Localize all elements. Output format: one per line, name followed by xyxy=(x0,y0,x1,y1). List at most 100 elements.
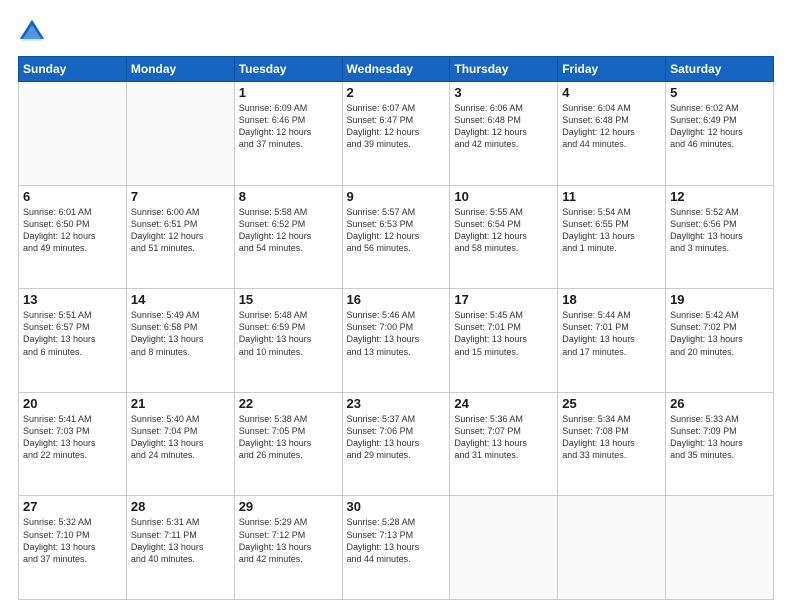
day-info: Sunrise: 5:48 AM Sunset: 6:59 PM Dayligh… xyxy=(239,309,338,358)
day-number: 14 xyxy=(131,292,230,307)
calendar-cell xyxy=(450,496,558,600)
calendar-cell xyxy=(19,82,127,186)
calendar-cell xyxy=(666,496,774,600)
calendar-cell: 21 Sunrise: 5:40 AM Sunset: 7:04 PM Dayli… xyxy=(126,392,234,496)
calendar-cell: 2Sunrise: 6:07 AM Sunset: 6:47 PM Daylig… xyxy=(342,82,450,186)
day-info: Sunrise: 5:42 AM Sunset: 7:02 PM Dayligh… xyxy=(670,309,769,358)
day-number: 29 xyxy=(239,499,338,514)
calendar-cell: 12 Sunrise: 5:52 AM Sunset: 6:56 PM Dayli… xyxy=(666,185,774,289)
day-info: Sunrise: 5:40 AM Sunset: 7:04 PM Dayligh… xyxy=(131,413,230,462)
calendar-cell: 7 Sunrise: 6:00 AM Sunset: 6:51 PM Daylig… xyxy=(126,185,234,289)
calendar-cell: 13Sunrise: 5:51 AM Sunset: 6:57 PM Dayli… xyxy=(19,289,127,393)
weekday-header-friday: Friday xyxy=(558,57,666,82)
day-info: Sunrise: 5:29 AM Sunset: 7:12 PM Dayligh… xyxy=(239,516,338,565)
calendar-table: SundayMondayTuesdayWednesdayThursdayFrid… xyxy=(18,56,774,600)
calendar-cell: 6 Sunrise: 6:01 AM Sunset: 6:50 PM Daylig… xyxy=(19,185,127,289)
calendar-cell: 10 Sunrise: 5:55 AM Sunset: 6:54 PM Dayli… xyxy=(450,185,558,289)
day-info: Sunrise: 5:28 AM Sunset: 7:13 PM Dayligh… xyxy=(347,516,446,565)
day-number: 16 xyxy=(347,292,446,307)
calendar-week-3: 13Sunrise: 5:51 AM Sunset: 6:57 PM Dayli… xyxy=(19,289,774,393)
calendar-week-1: 1Sunrise: 6:09 AM Sunset: 6:46 PM Daylig… xyxy=(19,82,774,186)
day-number: 26 xyxy=(670,396,769,411)
day-number: 1 xyxy=(239,85,338,100)
calendar-cell: 23 Sunrise: 5:37 AM Sunset: 7:06 PM Dayli… xyxy=(342,392,450,496)
day-info: Sunrise: 5:46 AM Sunset: 7:00 PM Dayligh… xyxy=(347,309,446,358)
calendar-cell: 28 Sunrise: 5:31 AM Sunset: 7:11 PM Dayli… xyxy=(126,496,234,600)
day-number: 15 xyxy=(239,292,338,307)
day-info: Sunrise: 6:00 AM Sunset: 6:51 PM Dayligh… xyxy=(131,206,230,255)
weekday-header-thursday: Thursday xyxy=(450,57,558,82)
day-number: 11 xyxy=(562,189,661,204)
calendar-cell: 27 Sunrise: 5:32 AM Sunset: 7:10 PM Dayli… xyxy=(19,496,127,600)
day-info: Sunrise: 5:34 AM Sunset: 7:08 PM Dayligh… xyxy=(562,413,661,462)
calendar-week-5: 27 Sunrise: 5:32 AM Sunset: 7:10 PM Dayli… xyxy=(19,496,774,600)
day-number: 21 xyxy=(131,396,230,411)
day-number: 10 xyxy=(454,189,553,204)
day-info: Sunrise: 5:44 AM Sunset: 7:01 PM Dayligh… xyxy=(562,309,661,358)
calendar-cell: 14Sunrise: 5:49 AM Sunset: 6:58 PM Dayli… xyxy=(126,289,234,393)
day-number: 4 xyxy=(562,85,661,100)
weekday-header-wednesday: Wednesday xyxy=(342,57,450,82)
weekday-header-row: SundayMondayTuesdayWednesdayThursdayFrid… xyxy=(19,57,774,82)
calendar-cell: 16 Sunrise: 5:46 AM Sunset: 7:00 PM Dayli… xyxy=(342,289,450,393)
day-number: 27 xyxy=(23,499,122,514)
day-info: Sunrise: 5:36 AM Sunset: 7:07 PM Dayligh… xyxy=(454,413,553,462)
calendar-cell: 11 Sunrise: 5:54 AM Sunset: 6:55 PM Dayli… xyxy=(558,185,666,289)
calendar-cell: 18 Sunrise: 5:44 AM Sunset: 7:01 PM Dayli… xyxy=(558,289,666,393)
day-info: Sunrise: 5:32 AM Sunset: 7:10 PM Dayligh… xyxy=(23,516,122,565)
calendar-cell: 26 Sunrise: 5:33 AM Sunset: 7:09 PM Dayli… xyxy=(666,392,774,496)
day-number: 3 xyxy=(454,85,553,100)
calendar-cell: 20 Sunrise: 5:41 AM Sunset: 7:03 PM Dayli… xyxy=(19,392,127,496)
day-info: Sunrise: 5:33 AM Sunset: 7:09 PM Dayligh… xyxy=(670,413,769,462)
calendar-cell: 9 Sunrise: 5:57 AM Sunset: 6:53 PM Daylig… xyxy=(342,185,450,289)
day-number: 12 xyxy=(670,189,769,204)
day-number: 6 xyxy=(23,189,122,204)
day-info: Sunrise: 5:57 AM Sunset: 6:53 PM Dayligh… xyxy=(347,206,446,255)
page: SundayMondayTuesdayWednesdayThursdayFrid… xyxy=(0,0,792,612)
day-number: 18 xyxy=(562,292,661,307)
day-info: Sunrise: 6:01 AM Sunset: 6:50 PM Dayligh… xyxy=(23,206,122,255)
day-info: Sunrise: 5:45 AM Sunset: 7:01 PM Dayligh… xyxy=(454,309,553,358)
calendar-cell: 8Sunrise: 5:58 AM Sunset: 6:52 PM Daylig… xyxy=(234,185,342,289)
calendar-cell: 22 Sunrise: 5:38 AM Sunset: 7:05 PM Dayli… xyxy=(234,392,342,496)
header xyxy=(18,18,774,46)
day-info: Sunrise: 6:02 AM Sunset: 6:49 PM Dayligh… xyxy=(670,102,769,151)
day-number: 23 xyxy=(347,396,446,411)
calendar-cell: 15 Sunrise: 5:48 AM Sunset: 6:59 PM Dayli… xyxy=(234,289,342,393)
day-number: 24 xyxy=(454,396,553,411)
day-info: Sunrise: 5:54 AM Sunset: 6:55 PM Dayligh… xyxy=(562,206,661,255)
calendar-cell: 1Sunrise: 6:09 AM Sunset: 6:46 PM Daylig… xyxy=(234,82,342,186)
day-info: Sunrise: 5:38 AM Sunset: 7:05 PM Dayligh… xyxy=(239,413,338,462)
calendar-cell: 19 Sunrise: 5:42 AM Sunset: 7:02 PM Dayli… xyxy=(666,289,774,393)
calendar-cell: 29 Sunrise: 5:29 AM Sunset: 7:12 PM Dayli… xyxy=(234,496,342,600)
calendar-cell: 4 Sunrise: 6:04 AM Sunset: 6:48 PM Daylig… xyxy=(558,82,666,186)
calendar-cell xyxy=(126,82,234,186)
day-number: 9 xyxy=(347,189,446,204)
day-number: 7 xyxy=(131,189,230,204)
day-number: 13 xyxy=(23,292,122,307)
calendar-cell: 3Sunrise: 6:06 AM Sunset: 6:48 PM Daylig… xyxy=(450,82,558,186)
weekday-header-tuesday: Tuesday xyxy=(234,57,342,82)
day-number: 20 xyxy=(23,396,122,411)
calendar-cell: 5 Sunrise: 6:02 AM Sunset: 6:49 PM Daylig… xyxy=(666,82,774,186)
day-info: Sunrise: 5:52 AM Sunset: 6:56 PM Dayligh… xyxy=(670,206,769,255)
day-info: Sunrise: 5:37 AM Sunset: 7:06 PM Dayligh… xyxy=(347,413,446,462)
day-number: 5 xyxy=(670,85,769,100)
day-number: 22 xyxy=(239,396,338,411)
day-info: Sunrise: 5:41 AM Sunset: 7:03 PM Dayligh… xyxy=(23,413,122,462)
day-number: 17 xyxy=(454,292,553,307)
day-info: Sunrise: 5:31 AM Sunset: 7:11 PM Dayligh… xyxy=(131,516,230,565)
day-number: 8 xyxy=(239,189,338,204)
calendar-cell: 24 Sunrise: 5:36 AM Sunset: 7:07 PM Dayli… xyxy=(450,392,558,496)
weekday-header-sunday: Sunday xyxy=(19,57,127,82)
day-info: Sunrise: 6:07 AM Sunset: 6:47 PM Dayligh… xyxy=(347,102,446,151)
calendar-cell: 25Sunrise: 5:34 AM Sunset: 7:08 PM Dayli… xyxy=(558,392,666,496)
calendar-cell xyxy=(558,496,666,600)
calendar-cell: 17 Sunrise: 5:45 AM Sunset: 7:01 PM Dayli… xyxy=(450,289,558,393)
day-info: Sunrise: 5:55 AM Sunset: 6:54 PM Dayligh… xyxy=(454,206,553,255)
day-number: 28 xyxy=(131,499,230,514)
day-info: Sunrise: 6:04 AM Sunset: 6:48 PM Dayligh… xyxy=(562,102,661,151)
logo xyxy=(18,18,50,46)
calendar-week-2: 6 Sunrise: 6:01 AM Sunset: 6:50 PM Daylig… xyxy=(19,185,774,289)
day-number: 19 xyxy=(670,292,769,307)
